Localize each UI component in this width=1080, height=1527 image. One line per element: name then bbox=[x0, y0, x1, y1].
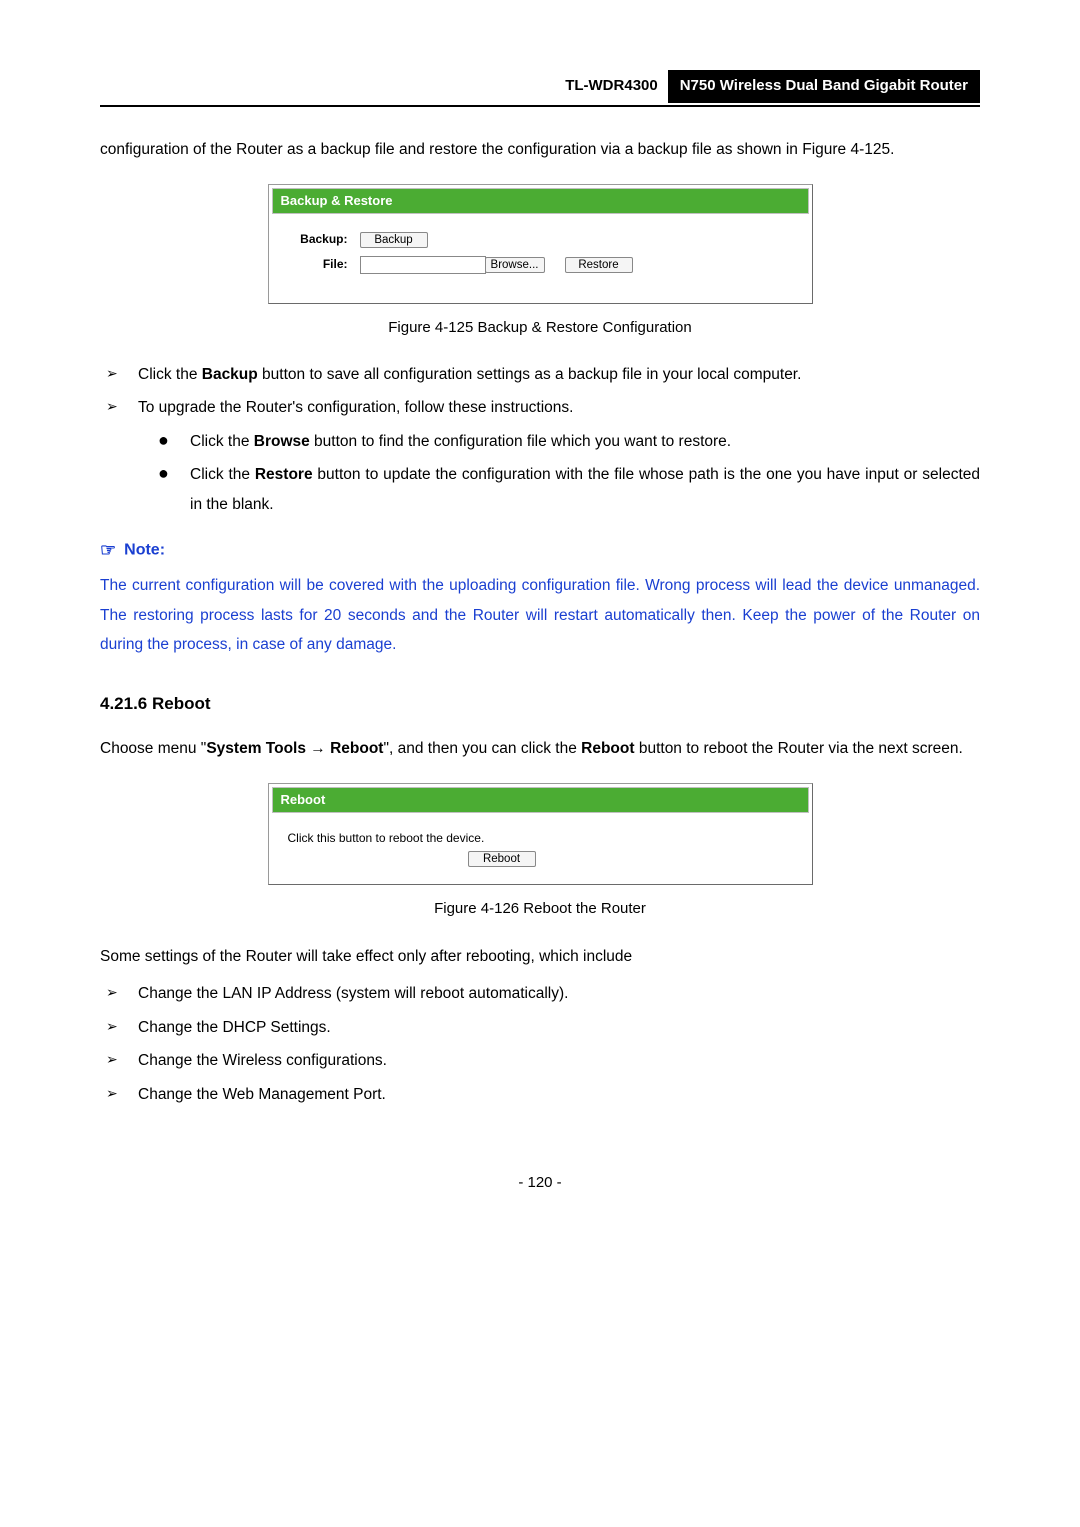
arrow-icon: ➢ bbox=[100, 393, 138, 420]
text-bold: Browse bbox=[254, 433, 310, 450]
hand-icon: ☞ bbox=[100, 540, 116, 560]
text: Click the bbox=[190, 466, 255, 483]
list-item: ➢ Change the DHCP Settings. bbox=[100, 1013, 980, 1042]
figure-125-caption: Figure 4-125 Backup & Restore Configurat… bbox=[100, 314, 980, 343]
page-number: - 120 - bbox=[100, 1169, 980, 1198]
text: Click the bbox=[138, 366, 202, 383]
note-heading: ☞ Note: bbox=[100, 533, 980, 567]
bullet-icon: ● bbox=[158, 427, 190, 454]
list-item: ● Click the Restore button to update the… bbox=[100, 460, 980, 519]
text: button to find the configuration file wh… bbox=[310, 433, 731, 450]
restore-button[interactable]: Restore bbox=[565, 257, 633, 273]
page-header: TL-WDR4300 N750 Wireless Dual Band Gigab… bbox=[100, 70, 980, 107]
note-heading-text: Note: bbox=[124, 542, 165, 559]
file-label: File: bbox=[282, 257, 348, 271]
list-item: ➢ Change the Wireless configurations. bbox=[100, 1046, 980, 1075]
reboot-button[interactable]: Reboot bbox=[468, 851, 536, 867]
text: button to save all configuration setting… bbox=[258, 366, 802, 383]
text: Change the LAN IP Address (system will r… bbox=[138, 979, 980, 1008]
text-bold: Reboot bbox=[330, 740, 383, 757]
reboot-hint-text: Click this button to reboot the device. bbox=[288, 831, 797, 845]
backup-button[interactable]: Backup bbox=[360, 232, 428, 248]
header-title: N750 Wireless Dual Band Gigabit Router bbox=[668, 70, 980, 103]
text: Change the DHCP Settings. bbox=[138, 1013, 980, 1042]
arrow-icon: ➢ bbox=[100, 1013, 138, 1040]
text: Change the Web Management Port. bbox=[138, 1080, 980, 1109]
arrow-icon: ➢ bbox=[100, 1046, 138, 1073]
bullet-icon: ● bbox=[158, 460, 190, 487]
text: Choose menu " bbox=[100, 740, 206, 757]
list-item: ➢ Change the Web Management Port. bbox=[100, 1080, 980, 1109]
note-body: The current configuration will be covere… bbox=[100, 571, 980, 659]
text: button to reboot the Router via the next… bbox=[635, 740, 963, 757]
intro-paragraph: configuration of the Router as a backup … bbox=[100, 135, 980, 164]
arrow-icon: ➢ bbox=[100, 979, 138, 1006]
list-item: ➢ To upgrade the Router's configuration,… bbox=[100, 393, 980, 422]
arrow-icon: ➢ bbox=[100, 1080, 138, 1107]
text-bold: Backup bbox=[202, 366, 258, 383]
backup-label: Backup: bbox=[282, 232, 348, 246]
panel-title-backup-restore: Backup & Restore bbox=[272, 188, 809, 214]
text-bold: Restore bbox=[255, 466, 313, 483]
section-heading-reboot: 4.21.6 Reboot bbox=[100, 688, 980, 720]
text-bold: Reboot bbox=[581, 740, 634, 757]
panel-title-reboot: Reboot bbox=[272, 787, 809, 813]
figure-backup-restore: Backup & Restore Backup: Backup File: Br… bbox=[268, 184, 813, 304]
text: To upgrade the Router's configuration, f… bbox=[138, 393, 980, 422]
text: Click the bbox=[190, 433, 254, 450]
header-model: TL-WDR4300 bbox=[555, 70, 668, 103]
text: ", and then you can click the bbox=[383, 740, 581, 757]
reboot-effect-list: ➢ Change the LAN IP Address (system will… bbox=[100, 979, 980, 1109]
list-item: ● Click the Browse button to find the co… bbox=[100, 427, 980, 456]
arrow-icon: → bbox=[306, 740, 330, 757]
text-bold: System Tools bbox=[206, 740, 306, 757]
arrow-icon: ➢ bbox=[100, 360, 138, 387]
text: Change the Wireless configurations. bbox=[138, 1046, 980, 1075]
figure-126-caption: Figure 4-126 Reboot the Router bbox=[100, 895, 980, 924]
list-item: ➢ Click the Backup button to save all co… bbox=[100, 360, 980, 389]
instructions-list: ➢ Click the Backup button to save all co… bbox=[100, 360, 980, 519]
file-input[interactable] bbox=[360, 256, 486, 274]
figure-reboot: Reboot Click this button to reboot the d… bbox=[268, 783, 813, 885]
reboot-paragraph: Choose menu "System Tools → Reboot", and… bbox=[100, 734, 980, 763]
reboot-list-intro: Some settings of the Router will take ef… bbox=[100, 942, 980, 971]
list-item: ➢ Change the LAN IP Address (system will… bbox=[100, 979, 980, 1008]
browse-button[interactable]: Browse... bbox=[485, 257, 545, 273]
